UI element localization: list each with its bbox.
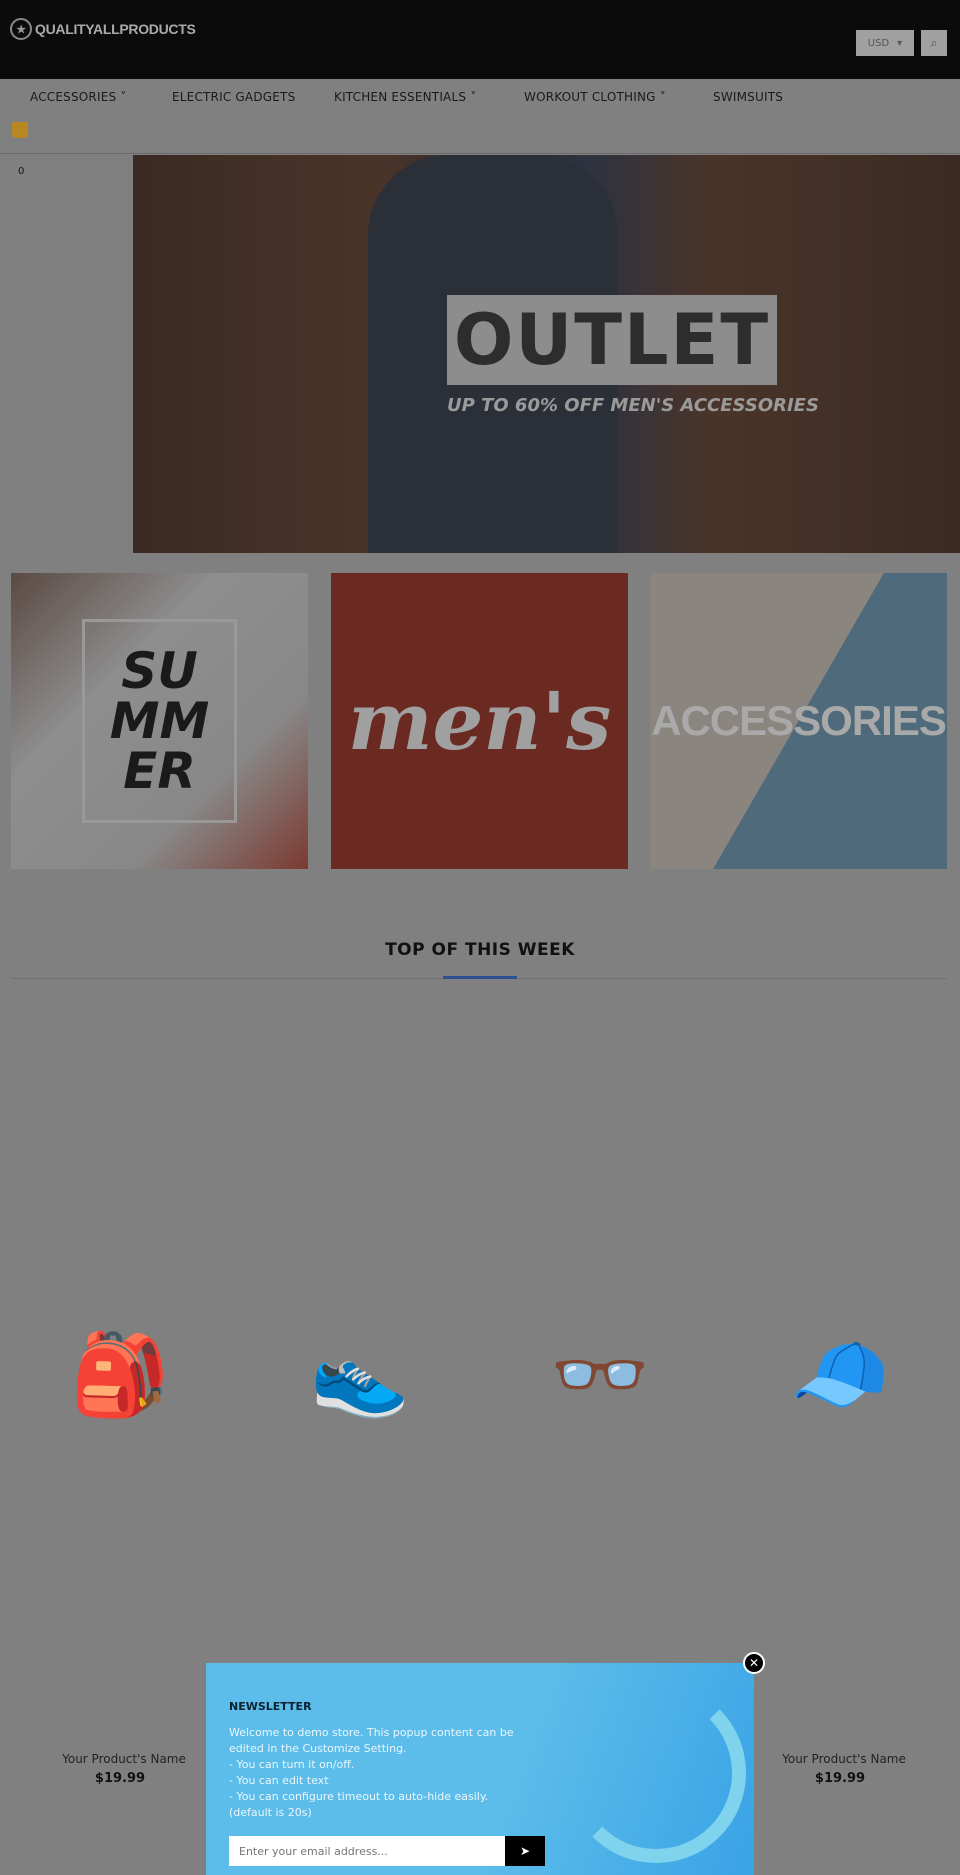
- search-button[interactable]: ⌕: [921, 30, 947, 56]
- newsletter-popup: NEWSLETTER Welcome to demo store. This p…: [206, 1663, 754, 1875]
- banner-text: SU MM ER: [82, 619, 237, 823]
- logo-text: QUALITYALLPRODUCTS: [35, 21, 196, 37]
- product-price: $19.99: [814, 1771, 866, 1786]
- popup-title: NEWSLETTER: [229, 1700, 312, 1713]
- star-logo-icon: ★: [10, 18, 32, 40]
- nav-item-accessories[interactable]: ACCESSORIES ˅: [30, 90, 127, 104]
- nav-item-swimsuits[interactable]: SWIMSUITS: [713, 90, 783, 104]
- email-input[interactable]: [229, 1836, 505, 1866]
- paper-plane-icon: ➤: [519, 1844, 531, 1858]
- currency-value: USD: [867, 37, 890, 49]
- section-title: TOP OF THIS WEEK: [385, 940, 575, 960]
- nav-item-kitchen-essentials[interactable]: KITCHEN ESSENTIALS ˅: [334, 90, 476, 104]
- hero-subtitle: UP TO 60% OFF MEN'S ACCESSORIES: [447, 395, 819, 416]
- nav-item-electric-gadgets[interactable]: ELECTRIC GADGETS: [172, 90, 295, 104]
- nav-label: KITCHEN ESSENTIALS: [334, 90, 467, 104]
- popup-text: Welcome to demo store. This popup conten…: [229, 1726, 514, 1819]
- glasses-icon[interactable]: 👓: [545, 1320, 655, 1430]
- logo[interactable]: ★ QUALITYALLPRODUCTS: [10, 18, 196, 40]
- hero-banner[interactable]: OUTLET UP TO 60% OFF MEN'S ACCESSORIES: [133, 155, 960, 553]
- hero-title: OUTLET: [447, 295, 777, 385]
- product-name[interactable]: Your Product's Name: [24, 1752, 224, 1766]
- product-name[interactable]: Your Product's Name: [744, 1752, 944, 1766]
- search-icon: ⌕: [930, 35, 938, 51]
- nav-label: WORKOUT CLOTHING: [524, 90, 656, 104]
- nav-item-workout-clothing[interactable]: WORKOUT CLOTHING ˅: [524, 90, 666, 104]
- main-nav: ACCESSORIES ˅ ELECTRIC GADGETS KITCHEN E…: [0, 80, 960, 154]
- chevron-down-icon: ˅: [120, 90, 127, 104]
- nav-label: ELECTRIC GADGETS: [172, 90, 296, 104]
- currency-select[interactable]: USD ▾: [856, 30, 914, 56]
- banner-accessories[interactable]: ACCESSORIES: [650, 573, 947, 869]
- caret-down-icon: ▾: [897, 37, 903, 49]
- cart-count: 0: [18, 166, 25, 177]
- headphones-image: [566, 1683, 746, 1863]
- subscribe-button[interactable]: ➤: [505, 1836, 545, 1866]
- chevron-down-icon: ˅: [470, 90, 477, 104]
- product-price: $19.99: [94, 1771, 146, 1786]
- banner-summer[interactable]: SU MM ER: [11, 573, 308, 869]
- nav-label: SWIMSUITS: [713, 90, 784, 104]
- banner-text: men's: [347, 674, 612, 768]
- site-header: ★ QUALITYALLPRODUCTS USD ▾ ⌕: [0, 0, 960, 79]
- section-accent: [443, 976, 517, 979]
- chevron-down-icon: ˅: [659, 90, 666, 104]
- close-icon: ✕: [748, 1656, 760, 1670]
- close-popup-button[interactable]: ✕: [743, 1652, 765, 1674]
- banner-text: ACCESSORIES: [651, 697, 947, 744]
- sneaker-icon[interactable]: 👟: [305, 1320, 415, 1430]
- basket-icon[interactable]: [12, 122, 28, 138]
- banner-mens[interactable]: men's: [331, 573, 628, 869]
- cap-icon[interactable]: 🧢: [785, 1320, 895, 1430]
- nav-label: ACCESSORIES: [30, 90, 117, 104]
- backpack-icon[interactable]: 🎒: [65, 1320, 175, 1430]
